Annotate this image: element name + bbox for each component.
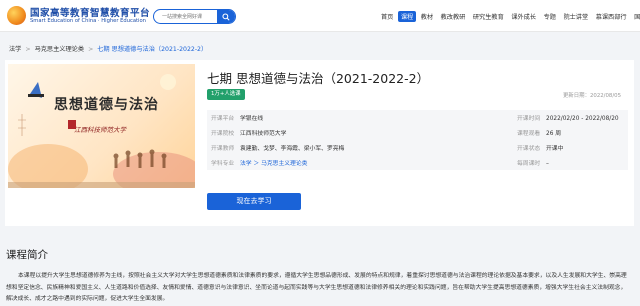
- breadcrumb-item-current: 七期 思想道德与法治（2021-2022-2）: [97, 46, 208, 53]
- info-platform: 开课平台 学银在线: [211, 113, 263, 122]
- info-teachers: 开课教师 袁建勤、戈梦、李海霞、梁小军、罗亮梅: [211, 143, 344, 152]
- breadcrumb-item-marxism[interactable]: 马克思主义理论类: [35, 46, 85, 53]
- top-header: 国家高等教育智慧教育平台 Smart Education of China · …: [0, 0, 640, 32]
- nav-academician[interactable]: 院士讲堂: [560, 11, 591, 22]
- updated-date: 更新日期：2022/08/05: [563, 93, 622, 99]
- course-title: 七期 思想道德与法治（2021-2022-2）: [207, 71, 430, 86]
- nav-courses[interactable]: 课程: [397, 11, 417, 22]
- info-hours: 课程观看 26 周: [517, 128, 561, 137]
- info-value: 学银在线: [240, 116, 264, 122]
- info-status: 开课状态 开课中: [517, 143, 563, 152]
- info-major: 学科专业 法学 ＞ 马克思主义理论类: [211, 158, 307, 167]
- search-icon: [222, 12, 230, 21]
- course-cover-image: 思想道德与法治 江西科技师范大学: [8, 64, 195, 188]
- major-link[interactable]: 法学 ＞ 马克思主义理论类: [240, 161, 307, 167]
- info-value: 开课中: [546, 146, 564, 152]
- info-label: 课程观看: [517, 131, 541, 137]
- info-value: 26 周: [546, 131, 562, 137]
- info-label: 每周课时: [517, 161, 541, 167]
- info-time: 开课时间 2022/02/20 - 2022/08/20: [517, 113, 619, 122]
- info-school: 开课院校 江西科技师范大学: [211, 128, 286, 137]
- search-input[interactable]: [162, 10, 216, 23]
- info-label: 学科专业: [211, 161, 235, 167]
- nav-mooc-west[interactable]: 慕课西部行: [593, 11, 630, 22]
- info-label: 开课时间: [517, 116, 541, 122]
- participants-badge: 1万+人选课: [207, 89, 245, 100]
- nav-graduate[interactable]: 研究生教育: [470, 11, 507, 22]
- info-label: 开课教师: [211, 146, 235, 152]
- breadcrumb-separator: >: [25, 46, 31, 53]
- nav-international[interactable]: 国际平台: [631, 11, 640, 22]
- main-nav: 首页课程教材教改教研研究生教育课外成长专题院士讲堂慕课西部行国际平台: [378, 11, 640, 22]
- info-label: 开课院校: [211, 131, 235, 137]
- platform-logo-icon[interactable]: [7, 6, 26, 25]
- cover-title: 思想道德与法治: [54, 97, 159, 113]
- intro-title: 课程简介: [6, 249, 48, 261]
- info-label: 开课平台: [211, 116, 235, 122]
- search-button[interactable]: [217, 10, 235, 23]
- search-box: [153, 9, 236, 24]
- info-value: 江西科技师范大学: [240, 131, 287, 137]
- school-logo-text: 江西科技师范大学: [74, 126, 126, 134]
- breadcrumb-item-law[interactable]: 法学: [9, 46, 21, 53]
- info-label: 开课状态: [517, 146, 541, 152]
- breadcrumb-separator: >: [88, 46, 94, 53]
- nav-home[interactable]: 首页: [378, 11, 396, 22]
- nav-growth[interactable]: 课外成长: [508, 11, 539, 22]
- info-credit: 每周课时 –: [517, 158, 549, 167]
- info-value: 2022/02/20 - 2022/08/20: [546, 116, 619, 122]
- intro-text: 本课程以提升大学生思想道德修养为主线，按照社会主义大学对大学生思想道德素质和法律…: [6, 273, 627, 302]
- breadcrumb: 法学 > 马克思主义理论类 > 七期 思想道德与法治（2021-2022-2）: [9, 44, 207, 53]
- platform-title[interactable]: 国家高等教育智慧教育平台: [30, 5, 150, 19]
- nav-teaching-research[interactable]: 教改教研: [438, 11, 469, 22]
- info-value: –: [546, 161, 549, 167]
- course-info-table: 开课平台 学银在线 开课时间 2022/02/20 - 2022/08/20 开课院…: [207, 110, 628, 170]
- platform-subtitle: Smart Education of China · Higher Educat…: [30, 18, 146, 24]
- study-now-button[interactable]: 现在去学习: [207, 193, 301, 210]
- nav-topics[interactable]: 专题: [541, 11, 559, 22]
- info-value: 袁建勤、戈梦、李海霞、梁小军、罗亮梅: [240, 146, 345, 152]
- nav-textbooks[interactable]: 教材: [418, 11, 436, 22]
